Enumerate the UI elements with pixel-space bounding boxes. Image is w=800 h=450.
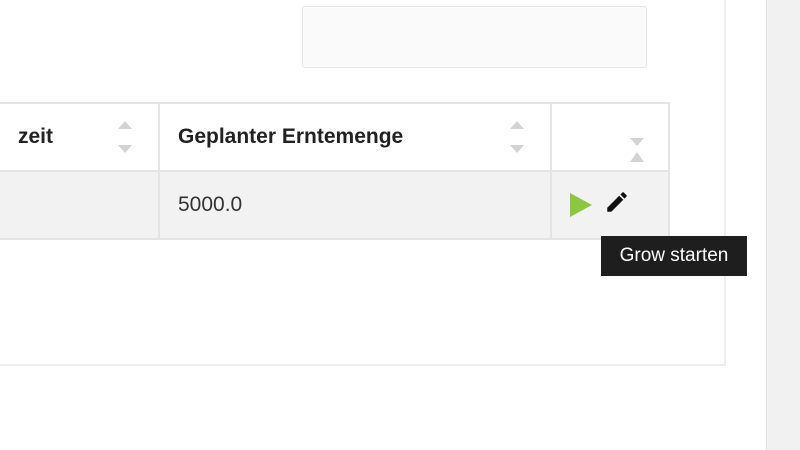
column-header-label: Geplanter Erntemenge — [178, 125, 404, 148]
sort-icon[interactable] — [118, 121, 132, 153]
tooltip-text: Grow starten — [619, 245, 729, 266]
column-header-zeit[interactable]: zeit — [0, 102, 160, 172]
table-cell — [0, 170, 160, 240]
table-header-row: zeit Geplanter Erntemenge — [0, 102, 670, 172]
pencil-icon[interactable] — [604, 189, 630, 221]
table-cell: 5000.0 — [158, 170, 552, 240]
column-header-planned-yield[interactable]: Geplanter Erntemenge — [158, 102, 552, 172]
tooltip: Grow starten — [601, 236, 747, 276]
data-table: zeit Geplanter Erntemenge 5000.0 — [0, 102, 670, 240]
table-row: 5000.0 — [0, 170, 670, 240]
play-icon[interactable] — [570, 193, 592, 217]
search-input[interactable] — [302, 6, 647, 68]
sort-icon[interactable] — [510, 121, 524, 153]
column-header-label: zeit — [18, 125, 54, 148]
row-actions — [550, 170, 670, 240]
scrollbar[interactable] — [766, 0, 800, 450]
column-header-actions[interactable] — [550, 102, 670, 172]
sort-icon[interactable] — [630, 138, 644, 164]
content-panel: zeit Geplanter Erntemenge 5000.0 — [0, 0, 726, 366]
